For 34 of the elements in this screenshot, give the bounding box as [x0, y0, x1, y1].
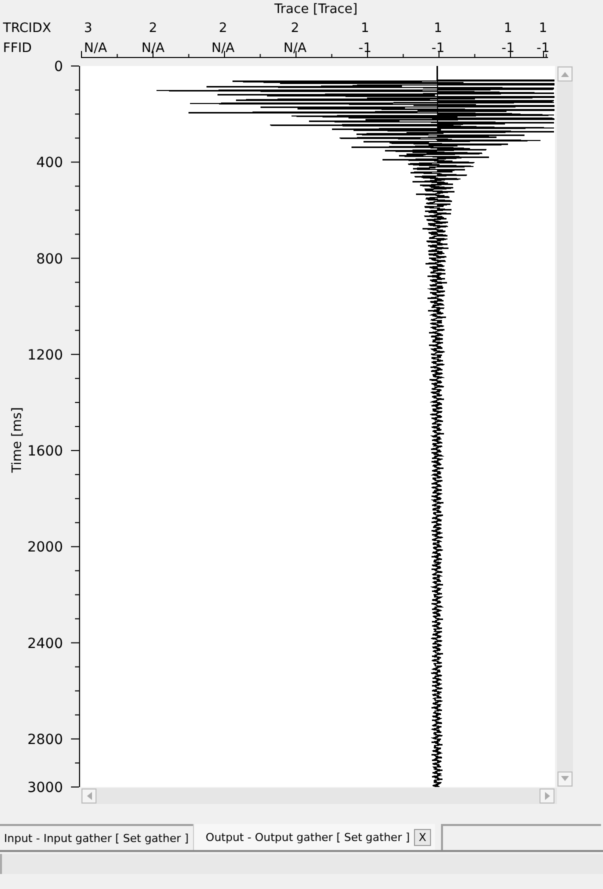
- trace-header-value: -1: [502, 41, 514, 56]
- bottom-scrollbar[interactable]: [0, 854, 603, 874]
- header-row-label: TRCIDX: [3, 21, 52, 36]
- close-button[interactable]: X: [414, 828, 432, 846]
- y-tick-label: 1200: [27, 347, 63, 364]
- y-tick-label: 2800: [27, 732, 63, 748]
- trace-header-value: -1: [358, 41, 372, 56]
- y-tick-label: 1600: [27, 444, 63, 460]
- trace-header-value: 2: [148, 21, 158, 36]
- y-tick-label: 2400: [27, 636, 63, 652]
- trace-header-value: 1: [538, 21, 548, 36]
- y-tick-label: 400: [36, 155, 63, 172]
- y-tick-label: 2000: [27, 540, 63, 556]
- horizontal-scrollbar[interactable]: [81, 788, 557, 804]
- trace-header-value: 1: [504, 21, 512, 36]
- trace-header-value: N/A: [284, 41, 306, 56]
- vertical-scrollbar[interactable]: [557, 66, 573, 787]
- y-tick-label: 0: [54, 59, 63, 75]
- y-tick-label: 800: [36, 251, 63, 268]
- trace-header-value: N/A: [84, 41, 107, 56]
- trace-header-value: -1: [432, 41, 444, 56]
- trace-header-value: N/A: [212, 41, 234, 56]
- trace-header-value: -1: [536, 41, 550, 56]
- trace-header-value: 3: [84, 21, 92, 36]
- y-axis-title: Time [ms]: [10, 407, 25, 473]
- gather-tab[interactable]: Output - Output gather [ Set gather ] X: [192, 824, 436, 850]
- x-axis-title: Trace [Trace]: [274, 2, 358, 17]
- trace-header-value: N/A: [142, 41, 164, 56]
- trace-header-value: 1: [360, 21, 370, 36]
- trace-header-value: 2: [290, 21, 300, 36]
- trace-header-value: 1: [434, 21, 442, 36]
- header-row-label: FFID: [3, 41, 32, 56]
- y-tick-label: 3000: [27, 780, 63, 796]
- trace-header-value: 2: [218, 21, 228, 36]
